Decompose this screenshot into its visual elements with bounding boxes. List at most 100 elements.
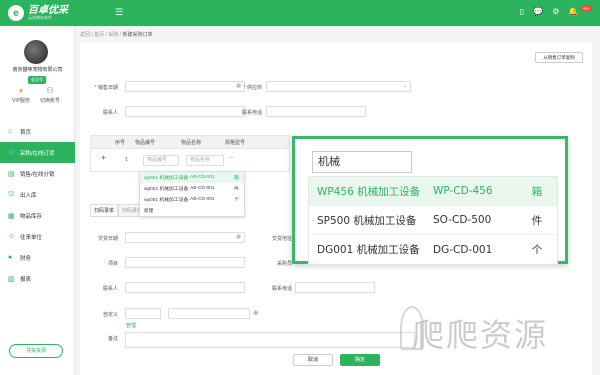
- notification-badge: 99+: [581, 5, 592, 12]
- list-item[interactable]: wp001 机械加工设备 AB-CD-001 个: [140, 194, 244, 205]
- phone2-input[interactable]: [295, 282, 375, 293]
- menu-icon[interactable]: ☰: [115, 8, 123, 17]
- breadcrumb-purchase[interactable]: 采购: [108, 32, 118, 38]
- remark-input[interactable]: [125, 332, 415, 348]
- confirm-button[interactable]: 确定: [340, 354, 380, 366]
- company-name: 南京猫咪宠物有限公司: [12, 67, 63, 73]
- avatar[interactable]: [24, 40, 48, 64]
- buyer-label: 采购员: [276, 261, 292, 267]
- col-index: 序号: [115, 139, 126, 146]
- col-code: 物品编号: [135, 139, 156, 146]
- vip-service-link[interactable]: ♦ VIP服务: [12, 86, 30, 104]
- delivery-address-label: 交货地址: [271, 236, 292, 242]
- custom-key-input[interactable]: [125, 308, 161, 319]
- sidebar-item-inventory[interactable]: ▦ 物品库存: [0, 205, 75, 226]
- result-unit: 箱: [531, 185, 543, 198]
- result-unit: 件: [531, 214, 543, 227]
- sidebar-item-stock-io[interactable]: ⛫ 出入库: [0, 184, 75, 205]
- sidebar-item-purchase[interactable]: 🛒 采购/在线订货: [0, 142, 75, 163]
- breadcrumb-back[interactable]: 返回: [80, 32, 90, 38]
- gear-icon[interactable]: ⚙: [552, 7, 559, 16]
- breadcrumb: 返回 | 首页 / 采购 / 新建采购订单: [80, 32, 153, 38]
- sidebar-item-sales[interactable]: ▤ 销售/在线分销: [0, 163, 75, 184]
- list-item[interactable]: wp001 机械加工设备 AB-CD-001 件: [140, 183, 244, 194]
- search-results-list: WP456 机械加工设备 WP-CD-456 箱 SP500 机械加工设备 SO…: [308, 176, 558, 265]
- logo-icon: e: [8, 5, 24, 21]
- add-custom-icon[interactable]: ⊕: [253, 309, 259, 317]
- tab-scan-entry[interactable]: 扫码录单: [90, 204, 119, 217]
- sidebar-item-contacts[interactable]: ☺ 往来单位: [0, 226, 75, 247]
- table-row: + 1 物品编号 物品名称 ···: [90, 149, 290, 172]
- item-name-input[interactable]: 物品名称: [186, 155, 224, 166]
- item-code-input[interactable]: 物品编号: [143, 155, 179, 166]
- result-spec: WP-CD-456: [433, 185, 493, 197]
- manage-link[interactable]: 管理: [126, 322, 136, 329]
- custom-label: 自定义: [102, 312, 118, 318]
- contacts-icon: ☺: [8, 233, 16, 240]
- switch-label: 切换账号: [40, 98, 61, 104]
- row-index: 1: [125, 157, 128, 163]
- result-name: SP500 机械加工设备: [317, 214, 417, 227]
- result-name: WP456 机械加工设备: [317, 185, 421, 198]
- list-item[interactable]: SP500 机械加工设备 SO-CD-500 件: [309, 206, 557, 235]
- phone-input[interactable]: [266, 106, 366, 117]
- sales-icon: ▤: [8, 170, 15, 178]
- message-icon[interactable]: 💬: [533, 7, 543, 16]
- breadcrumb-home[interactable]: 首页: [94, 32, 104, 38]
- contact-label: 联系人: [102, 110, 118, 116]
- cart-icon: 🛒: [8, 149, 17, 157]
- result-spec: DG-CD-001: [433, 243, 493, 256]
- item-suggestion-dropdown: wp001 机械加工设备 AB-CD-001 箱 wp001 机械加工设备 AB-CD…: [139, 171, 245, 217]
- contact2-label: 联系人: [102, 286, 118, 292]
- items-table-header: 序号 物品编号 物品名称 规格型号: [90, 135, 290, 149]
- warehouse-icon: ⛫: [8, 191, 15, 198]
- search-input[interactable]: 机械: [312, 151, 412, 173]
- add-row-icon[interactable]: +: [101, 153, 106, 162]
- switch-account-icon: ⚇: [46, 86, 54, 95]
- bottom-tabs: 扫码录单 扫码录单: [90, 204, 147, 217]
- home-icon: ⌂: [8, 128, 13, 135]
- top-bar: e 百卓优采 云进销存软件 ☰ ▯ 💬 ⚙ 🔔 99+: [0, 0, 600, 26]
- phone2-label: 联系电话: [271, 286, 292, 292]
- sidebar: 南京猫咪宠物有限公司 会员号 ♦ VIP服务 ⚇ 切换账号 ⌂ 首页 🛒 采购/在线…: [0, 26, 75, 375]
- calendar-icon: ▦: [236, 234, 241, 240]
- report-icon: ▥: [8, 275, 15, 283]
- vip-label: VIP服务: [12, 98, 31, 104]
- col-name: 物品名称: [181, 139, 202, 146]
- breadcrumb-current: 新建采购订单: [122, 32, 153, 38]
- brand-logo[interactable]: e 百卓优采 云进销存软件: [8, 3, 68, 23]
- supplier-label: 供应商: [228, 84, 262, 91]
- col-spec: 规格型号: [225, 139, 246, 146]
- list-item[interactable]: DG001 机械加工设备 DG-CD-001 个: [309, 235, 557, 264]
- project-input[interactable]: [125, 257, 245, 268]
- watermark: 爬爬资源: [412, 316, 549, 354]
- contact-input[interactable]: [125, 106, 245, 117]
- list-item[interactable]: wp001 机械加工设备 AB-CD-001 箱: [140, 172, 244, 183]
- find-supplier-button[interactable]: 寻找货源: [9, 344, 63, 358]
- more-options-icon[interactable]: ···: [228, 155, 234, 161]
- brand-slogan: 云进销存软件: [28, 15, 52, 21]
- custom-value-input[interactable]: [168, 308, 250, 319]
- zoomed-search-popup: 机械 WP456 机械加工设备 WP-CD-456 箱 SP500 机械加工设备…: [292, 136, 568, 265]
- sidebar-nav: ⌂ 首页 🛒 采购/在线订货 ▤ 销售/在线分销 ⛫ 出入库 ▦ 物品库存 ☺ 往来单位 ●…: [0, 121, 75, 289]
- list-item[interactable]: WP456 机械加工设备 WP-CD-456 箱: [309, 177, 557, 206]
- mobile-icon[interactable]: ▯: [520, 7, 524, 16]
- delivery-date-input[interactable]: ▦: [125, 232, 245, 243]
- chevron-down-icon: ⌄: [402, 83, 407, 89]
- sidebar-item-finance[interactable]: ● 财务: [0, 247, 75, 268]
- phone-label: 联系电话: [241, 110, 262, 116]
- sidebar-item-home[interactable]: ⌂ 首页: [0, 121, 75, 142]
- supplier-select[interactable]: ⌄: [266, 81, 411, 92]
- sale-date-label: 销售日期: [84, 84, 118, 91]
- contact2-input[interactable]: [125, 282, 245, 293]
- switch-account-link[interactable]: ⚇ 切换账号: [40, 86, 60, 104]
- result-unit: 个: [531, 244, 543, 256]
- bell-icon[interactable]: 🔔: [568, 7, 578, 16]
- cancel-button[interactable]: 取消: [293, 354, 333, 366]
- new-item-option[interactable]: 新建: [140, 205, 244, 216]
- inventory-icon: ▦: [8, 212, 15, 220]
- copy-from-sales-order-button[interactable]: 从销售订单复制: [535, 52, 583, 63]
- sidebar-item-reports[interactable]: ▥ 报表: [0, 268, 75, 289]
- sale-date-input[interactable]: ▦: [125, 81, 245, 92]
- member-tag: 会员号: [28, 76, 46, 84]
